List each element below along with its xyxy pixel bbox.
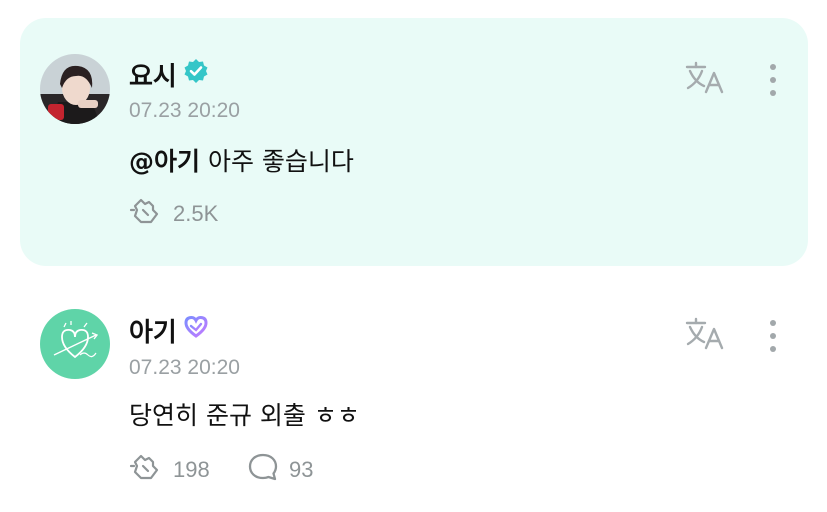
mention-link[interactable]: @아기 bbox=[129, 147, 200, 176]
reply-comment-stat[interactable]: 93 bbox=[247, 452, 313, 488]
comment-icon[interactable] bbox=[247, 452, 279, 488]
reply-like-count: 198 bbox=[173, 457, 210, 482]
reply-author-name[interactable]: 아기 bbox=[129, 312, 177, 349]
verified-badge-icon bbox=[183, 58, 209, 91]
reply-time: 07.23 20:20 bbox=[129, 356, 240, 379]
avatar[interactable] bbox=[40, 54, 110, 124]
more-dot bbox=[770, 346, 776, 352]
reply-translate-button[interactable] bbox=[684, 316, 726, 356]
translate-icon bbox=[685, 61, 724, 94]
like-stat[interactable]: 2.5K bbox=[129, 196, 218, 232]
heart-badge-icon bbox=[183, 314, 209, 347]
author-name-row: 요시 bbox=[129, 56, 209, 93]
like-count: 2.5K bbox=[173, 201, 219, 226]
reply-comment-count: 93 bbox=[289, 457, 314, 482]
reply-text: 당연히 준규 외출 ㅎㅎ bbox=[129, 401, 360, 430]
reply-like-stat[interactable]: 198 bbox=[129, 452, 210, 488]
translate-button[interactable] bbox=[684, 60, 726, 100]
more-button[interactable] bbox=[769, 64, 777, 96]
like-icon[interactable] bbox=[129, 196, 163, 232]
more-dot bbox=[770, 90, 776, 96]
post-card: 요시 07.23 20:20 @아기 아주 좋습니다 2.5K bbox=[20, 18, 808, 266]
more-vertical-icon bbox=[770, 64, 776, 70]
translate-icon bbox=[685, 317, 724, 350]
post-text: @아기 아주 좋습니다 bbox=[129, 142, 354, 178]
reply-avatar[interactable] bbox=[40, 309, 110, 379]
reply-more-button[interactable] bbox=[769, 320, 777, 352]
more-dot bbox=[770, 77, 776, 83]
like-icon[interactable] bbox=[129, 452, 163, 488]
post-body: 아주 좋습니다 bbox=[200, 147, 354, 176]
author-name[interactable]: 요시 bbox=[129, 56, 177, 93]
more-dot bbox=[770, 333, 776, 339]
post-time: 07.23 20:20 bbox=[129, 99, 240, 122]
more-vertical-icon bbox=[770, 320, 776, 326]
reply-author-row: 아기 bbox=[129, 312, 209, 349]
